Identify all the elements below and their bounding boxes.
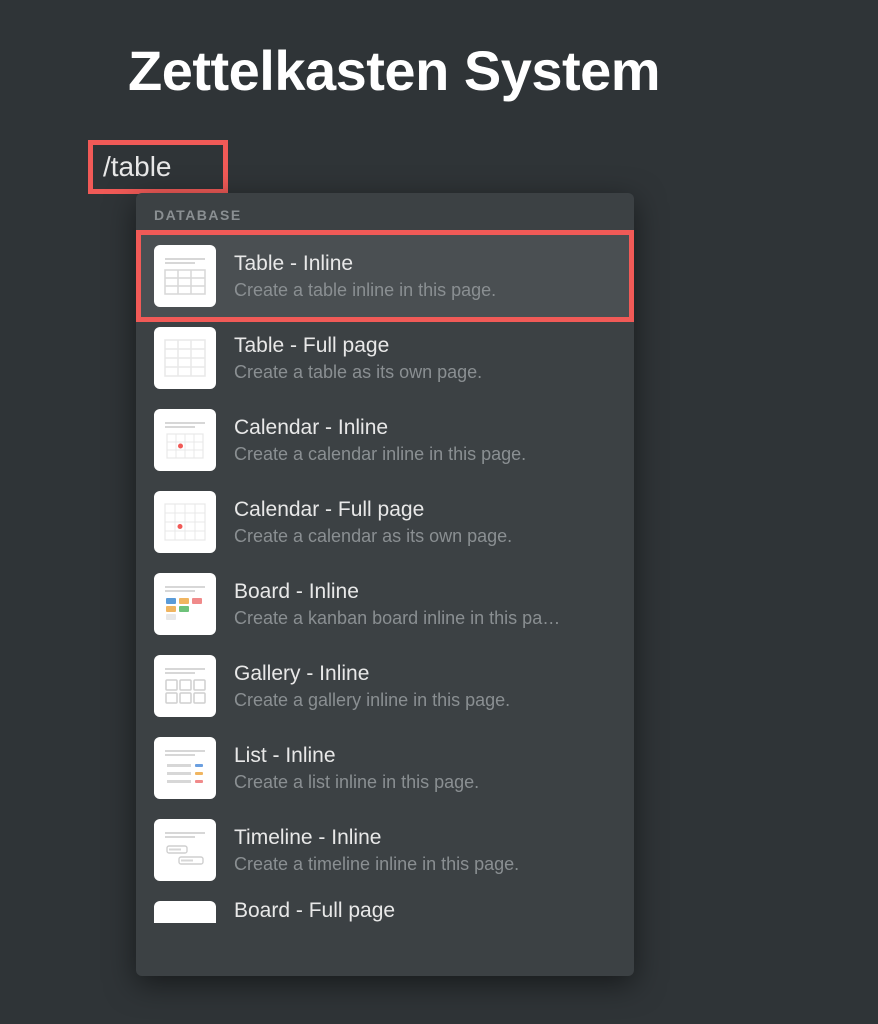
menu-item-board-inline[interactable]: Board - Inline Create a kanban board inl… [136,563,634,645]
menu-item-title: Calendar - Full page [234,498,616,522]
menu-item-table-full-page[interactable]: Table - Full page Create a table as its … [136,317,634,399]
menu-item-calendar-inline[interactable]: Calendar - Inline Create a calendar inli… [136,399,634,481]
menu-item-desc: Create a calendar as its own page. [234,526,616,547]
menu-item-list-inline[interactable]: List - Inline Create a list inline in th… [136,727,634,809]
menu-item-desc: Create a table as its own page. [234,362,616,383]
board-icon [154,901,216,923]
menu-item-table-inline[interactable]: Table - Inline Create a table inline in … [136,230,634,322]
slash-command-highlight [88,140,228,194]
menu-item-board-full-page[interactable]: Board - Full page [136,891,634,923]
calendar-icon [154,491,216,553]
board-icon [154,573,216,635]
page-title: Zettelkasten System [128,38,660,103]
menu-section-header: DATABASE [136,193,634,235]
gallery-icon [154,655,216,717]
menu-item-desc: Create a list inline in this page. [234,772,616,793]
menu-item-title: Gallery - Inline [234,662,616,686]
menu-item-title: Table - Full page [234,334,616,358]
timeline-icon [154,819,216,881]
menu-item-desc: Create a kanban board inline in this pa… [234,608,616,629]
menu-item-title: List - Inline [234,744,616,768]
menu-item-title: Board - Inline [234,580,616,604]
menu-item-title: Table - Inline [234,252,616,276]
menu-item-calendar-full-page[interactable]: Calendar - Full page Create a calendar a… [136,481,634,563]
menu-item-title: Timeline - Inline [234,826,616,850]
menu-item-gallery-inline[interactable]: Gallery - Inline Create a gallery inline… [136,645,634,727]
table-icon [154,327,216,389]
menu-item-desc: Create a table inline in this page. [234,280,616,301]
menu-item-desc: Create a gallery inline in this page. [234,690,616,711]
slash-command-input[interactable] [103,151,213,183]
menu-item-desc: Create a timeline inline in this page. [234,854,616,875]
table-icon [154,245,216,307]
menu-item-title: Board - Full page [234,899,616,923]
menu-item-desc: Create a calendar inline in this page. [234,444,616,465]
calendar-icon [154,409,216,471]
block-insert-menu: DATABASE Table - Inline Create a table i… [136,193,634,976]
menu-item-title: Calendar - Inline [234,416,616,440]
list-icon [154,737,216,799]
menu-item-timeline-inline[interactable]: Timeline - Inline Create a timeline inli… [136,809,634,891]
